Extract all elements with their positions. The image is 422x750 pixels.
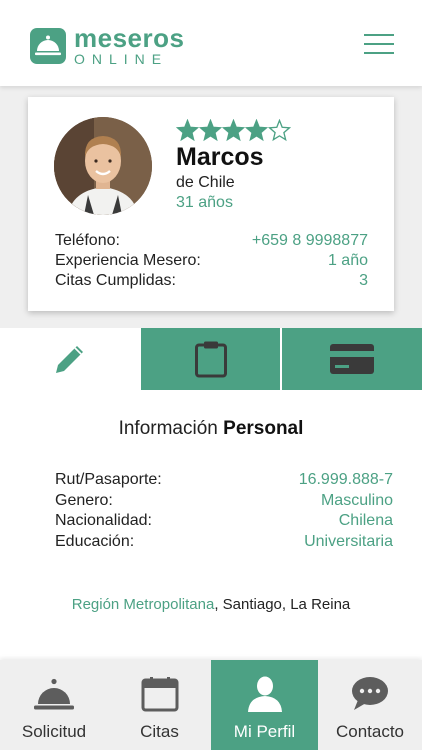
clipboard-icon [194,341,227,378]
profile-card: Marcos de Chile 31 años Teléfono: +659 8… [28,97,394,311]
stat-row-phone: Teléfono: +659 8 9998877 [55,231,368,251]
profile-stats: Teléfono: +659 8 9998877 Experiencia Mes… [55,231,368,291]
region-highlight: Región Metropolitana [71,596,215,613]
nav-label: Solicitud [21,722,87,741]
info-label: Rut/Pasaporte: [55,471,162,488]
profile-origin: de Chile [176,174,235,191]
nav-label: Contacto [335,722,405,741]
region-rest: , Santiago, La Reina [214,596,351,613]
credit-card-icon [330,344,374,374]
tab-payment[interactable] [280,328,422,390]
brand-logo[interactable]: meseros ONLINE [30,23,185,67]
bottom-nav: Solicitud Citas Mi Perfil Contacto [0,660,422,750]
info-value: 16.999.888-7 [298,471,393,488]
star-filled-icon [199,119,222,142]
section-title-regular: Información [118,418,218,439]
nav-solicitud[interactable]: Solicitud [0,660,108,750]
stat-row-experience: Experiencia Mesero: 1 año [55,251,368,271]
nav-label: Citas [140,722,179,741]
app-header: meseros ONLINE [0,0,422,86]
rating-stars [176,119,291,142]
stat-label: Teléfono: [55,232,120,249]
pencil-icon [56,346,83,373]
region-text: Región Metropolitana, Santiago, La Reina [0,596,422,613]
avatar [54,117,152,215]
stat-label: Citas Cumplidas: [55,272,176,289]
profile-age: 31 años [176,194,233,211]
section-title-bold: Personal [223,418,304,439]
nav-citas[interactable]: Citas [108,660,211,750]
brand-name: meseros [74,23,185,53]
info-label: Genero: [55,491,113,509]
chat-bubble-icon [352,677,388,710]
profile-tabs [0,328,422,390]
section-title: Información Personal [0,418,422,440]
user-icon [247,676,282,712]
stat-row-appointments: Citas Cumplidas: 3 [55,271,368,291]
info-row-nationality: Nacionalidad: Chilena [55,511,393,532]
star-empty-icon [268,119,291,142]
info-row-rut: Rut/Pasaporte: 16.999.888-7 [55,470,393,491]
star-filled-icon [222,119,245,142]
stat-value: 3 [359,272,368,289]
info-value: Chilena [338,512,393,529]
info-label: Educación: [55,532,135,550]
stat-value[interactable]: +659 8 9998877 [252,231,368,251]
tab-documents[interactable] [140,328,280,390]
service-bell-icon [34,678,74,710]
tab-edit[interactable] [0,328,140,390]
calendar-icon [141,677,178,712]
service-bell-logo-icon [30,28,66,64]
stat-value: 1 año [327,252,368,269]
info-value: Masculino [320,491,393,509]
personal-info: Rut/Pasaporte: 16.999.888-7 Genero: Masc… [55,470,393,552]
nav-label: Mi Perfil [233,722,296,741]
info-value: Universitaria [304,532,393,550]
info-label: Nacionalidad: [55,512,152,529]
star-filled-icon [245,119,268,142]
star-filled-icon [176,119,199,142]
brand-tagline: ONLINE [74,51,169,67]
profile-name: Marcos [176,143,264,171]
hamburger-icon[interactable] [364,34,394,56]
stat-label: Experiencia Mesero: [55,252,201,269]
info-row-education: Educación: Universitaria [55,532,393,553]
nav-contacto[interactable]: Contacto [318,660,422,750]
info-row-gender: Genero: Masculino [55,491,393,512]
nav-mi-perfil[interactable]: Mi Perfil [211,660,318,750]
